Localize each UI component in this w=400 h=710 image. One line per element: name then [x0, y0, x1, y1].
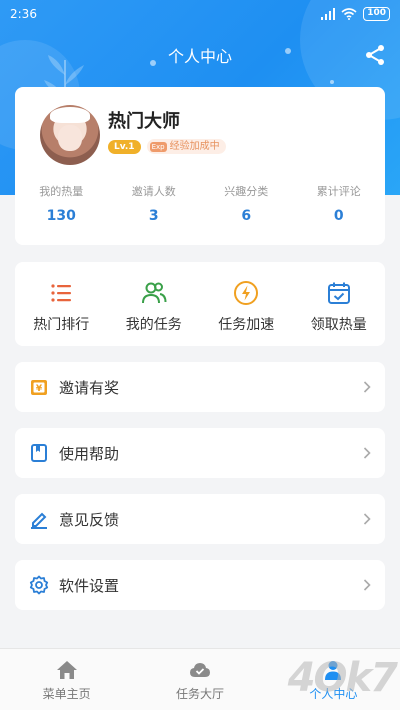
gear-icon: [29, 575, 49, 595]
shortcut-my-tasks[interactable]: 我的任务: [108, 262, 201, 346]
avatar[interactable]: [40, 105, 100, 165]
nav-label: 任务大厅: [175, 687, 224, 701]
stat-heat[interactable]: 我的热量 130: [15, 183, 108, 224]
gift-icon: ¥: [29, 377, 49, 397]
nav-label: 个人中心: [309, 687, 358, 701]
stat-label: 我的热量: [39, 185, 84, 198]
page-title: 个人中心: [167, 47, 232, 66]
svg-text:¥: ¥: [36, 384, 43, 394]
username: 热门大师: [108, 111, 180, 132]
chevron-right-icon: [363, 447, 371, 459]
edit-icon: [29, 509, 49, 529]
shortcuts-card: 热门排行 我的任务 任务加速 领取热量: [15, 262, 385, 346]
exp-boost-badge: Exp 经验加成中: [146, 139, 226, 154]
users-icon: [141, 282, 167, 304]
chevron-right-icon: [363, 381, 371, 393]
stat-value: 130: [46, 208, 76, 224]
nav-task-hall[interactable]: 任务大厅: [133, 649, 266, 710]
chevron-right-icon: [363, 579, 371, 591]
menu-item-settings[interactable]: 软件设置: [15, 560, 385, 610]
status-time: 2:36: [10, 7, 37, 21]
exp-boost-label: 经验加成中: [169, 141, 220, 152]
stat-label: 兴趣分类: [224, 185, 269, 198]
stat-value: 0: [333, 208, 344, 224]
calendar-check-icon: [327, 282, 350, 304]
profile-badges: Lv.1 Exp 经验加成中: [108, 139, 226, 154]
menu-item-invite-rewards[interactable]: ¥ 邀请有奖: [15, 362, 385, 412]
shortcut-label: 我的任务: [125, 317, 182, 333]
signal-icon: [321, 8, 336, 20]
menu-label: 邀请有奖: [59, 378, 120, 397]
stat-invites[interactable]: 邀请人数 3: [108, 183, 201, 224]
shortcut-hot-ranking[interactable]: 热门排行: [15, 262, 108, 346]
nav-home[interactable]: 菜单主页: [0, 649, 133, 710]
cloud-icon: [189, 663, 210, 677]
nav-label: 菜单主页: [42, 687, 91, 701]
nav-profile[interactable]: 个人中心: [267, 649, 400, 710]
shortcut-task-boost[interactable]: 任务加速: [200, 262, 293, 346]
shortcut-label: 任务加速: [218, 317, 275, 333]
stat-interests[interactable]: 兴趣分类 6: [200, 183, 293, 224]
wifi-icon: [341, 8, 357, 20]
lightning-icon: [234, 281, 259, 305]
menu-label: 软件设置: [59, 576, 120, 595]
menu-label: 意见反馈: [59, 510, 120, 529]
shortcut-label: 热门排行: [33, 317, 90, 333]
stat-value: 6: [241, 208, 252, 224]
chevron-right-icon: [363, 513, 371, 525]
shortcut-claim-heat[interactable]: 领取热量: [293, 262, 386, 346]
person-icon: [325, 661, 342, 680]
home-icon: [56, 661, 77, 679]
bottom-navigation: 菜单主页 任务大厅 个人中心: [0, 648, 400, 710]
stat-comments[interactable]: 累计评论 0: [293, 183, 386, 224]
profile-card: 热门大师 Lv.1 Exp 经验加成中 我的热量 130 邀请人数 3 兴趣分类…: [15, 87, 385, 245]
shortcut-label: 领取热量: [310, 317, 367, 333]
menu-label: 使用帮助: [59, 444, 120, 463]
list-icon: [51, 284, 72, 302]
stat-value: 3: [148, 208, 159, 224]
stat-label: 邀请人数: [131, 185, 176, 198]
stat-label: 累计评论: [316, 185, 361, 198]
battery-indicator: 100: [363, 7, 390, 21]
book-icon: [29, 443, 49, 463]
share-icon: [366, 45, 384, 65]
profile-stats: 我的热量 130 邀请人数 3 兴趣分类 6 累计评论 0: [15, 183, 385, 224]
menu-item-help[interactable]: 使用帮助: [15, 428, 385, 478]
level-badge: Lv.1: [108, 139, 141, 154]
exp-icon: Exp: [149, 141, 167, 152]
share-button[interactable]: [364, 44, 386, 66]
status-bar: 2:36 100: [0, 0, 400, 28]
menu-item-feedback[interactable]: 意见反馈: [15, 494, 385, 544]
